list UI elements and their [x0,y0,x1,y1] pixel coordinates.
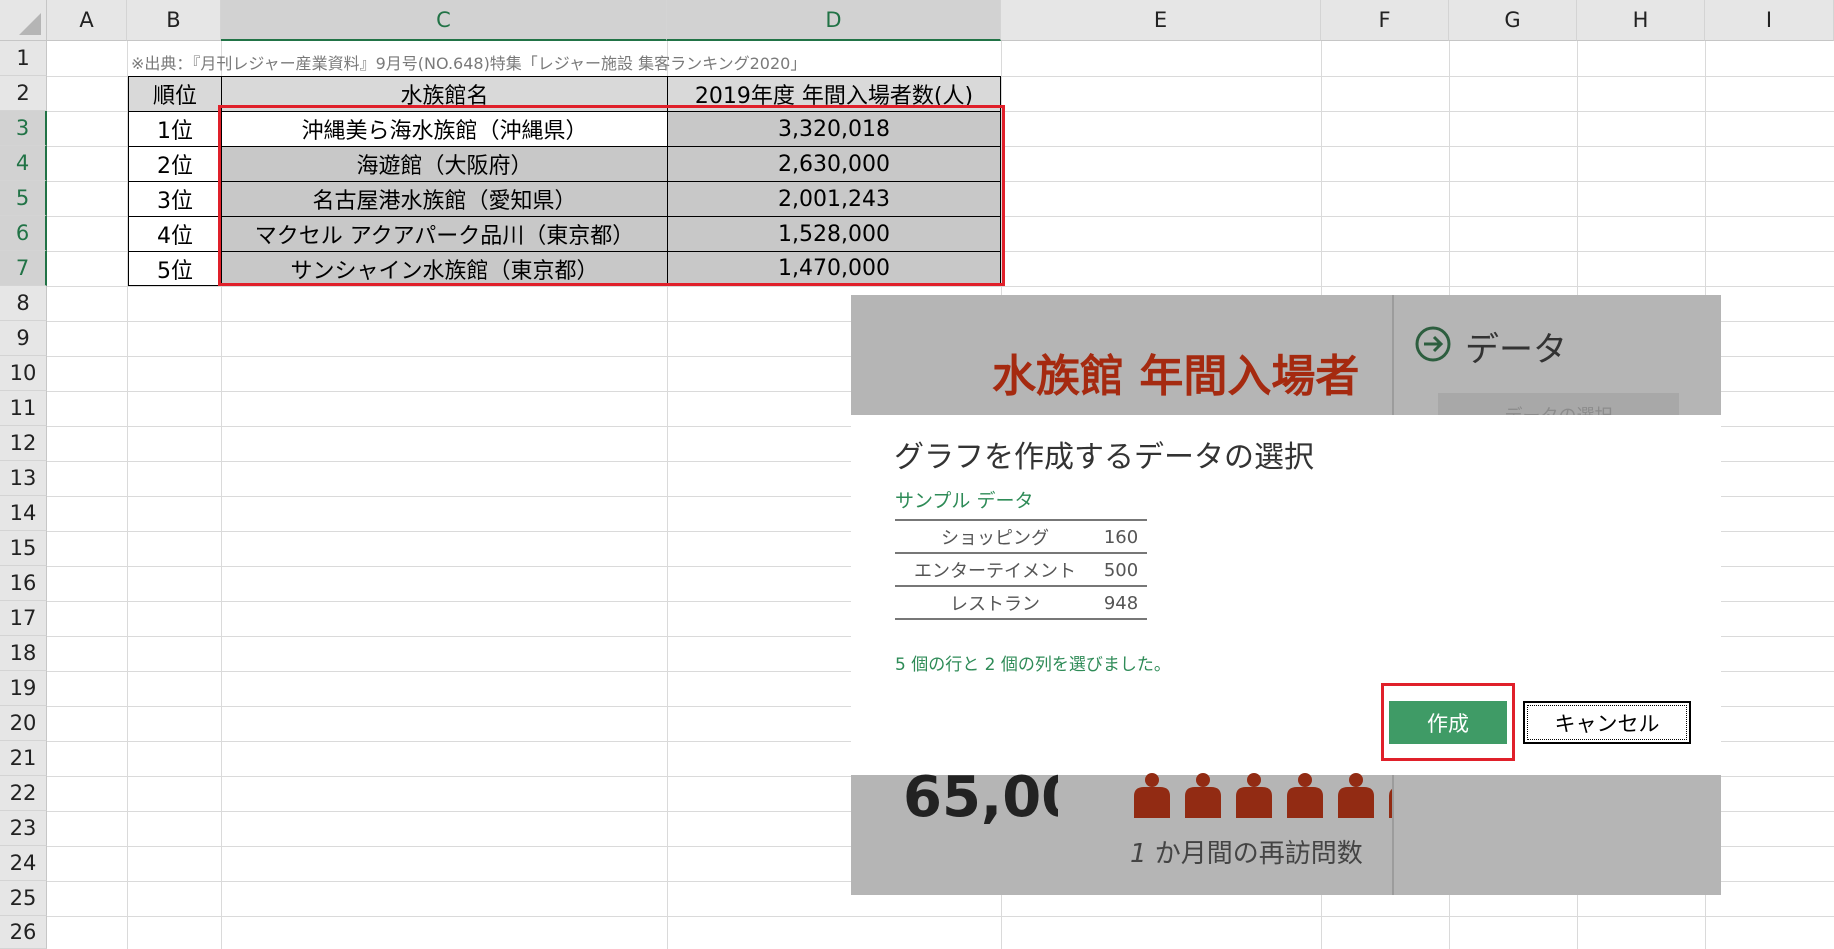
row-header-25[interactable]: 25 [0,881,47,916]
corner-triangle-icon [19,13,41,35]
preview-caption: 1 か月間の再訪問数 [1130,833,1363,870]
row-header-7[interactable]: 7 [0,251,47,286]
selection-status: 5 個の行と 2 個の列を選びました。 [895,655,1171,675]
preview-caption-text: か月間の再訪問数 [1146,839,1363,869]
cancel-button[interactable]: キャンセル [1523,701,1691,744]
source-note: ※出典：『月刊レジャー産業資料』9月号(NO.648)特集「レジャー施設 集客ラ… [131,54,807,73]
column-header-h[interactable]: H [1577,0,1705,41]
side-pane-title: データ [1465,330,1567,370]
row-header-12[interactable]: 12 [0,426,47,461]
row-header-2[interactable]: 2 [0,76,47,111]
row-header-4[interactable]: 4 [0,146,47,181]
sample-row-value: 500 [1103,559,1139,581]
sample-row-label: レストラン [950,594,1040,615]
rank-cell[interactable]: 1位 [128,111,222,147]
rank-cell[interactable]: 5位 [128,251,222,286]
row-header-23[interactable]: 23 [0,811,47,846]
sample-row: エンターテイメント 500 [895,555,1147,585]
person-icon [1385,772,1392,818]
sample-row-value: 160 [1103,526,1139,548]
row-header-3[interactable]: 3 [0,111,47,146]
sample-row: レストラン 948 [895,588,1147,618]
column-header-b[interactable]: B [127,0,221,41]
row-header-17[interactable]: 17 [0,601,47,636]
row-header-16[interactable]: 16 [0,566,47,601]
row-header-13[interactable]: 13 [0,461,47,496]
column-header-c[interactable]: C [221,0,667,41]
person-icon [1334,772,1378,818]
row-header-10[interactable]: 10 [0,356,47,391]
sample-row: ショッピング 160 [895,522,1147,552]
column-header-a[interactable]: A [47,0,127,41]
header-rank-cell[interactable]: 順位 [128,76,222,112]
sample-divider [895,585,1147,587]
rank-cell[interactable]: 4位 [128,216,222,252]
preview-title: 水族館 年間入場者 [992,351,1360,402]
person-icon [1181,772,1225,818]
person-icon [1232,772,1276,818]
row-header-26[interactable]: 26 [0,916,47,949]
gridline [47,916,1834,917]
row-header-5[interactable]: 5 [0,181,47,216]
sample-row-value: 948 [1103,592,1139,614]
rank-cell[interactable]: 3位 [128,181,222,217]
gridline [47,286,1834,287]
column-header-i[interactable]: I [1705,0,1834,41]
row-header-24[interactable]: 24 [0,846,47,881]
sample-divider [895,552,1147,554]
column-header-g[interactable]: G [1449,0,1577,41]
sample-row-label: エンターテイメント [914,561,1076,582]
create-button[interactable]: 作成 [1389,701,1507,744]
preview-number: 65,00 [903,765,1058,830]
selection-highlight [218,105,1005,286]
column-header-e[interactable]: E [1001,0,1321,41]
column-header-f[interactable]: F [1321,0,1449,41]
select-all-corner[interactable] [0,0,47,41]
column-header-d[interactable]: D [667,0,1001,41]
rank-cell[interactable]: 2位 [128,146,222,182]
person-icon [1283,772,1327,818]
row-header-1[interactable]: 1 [0,41,47,76]
preview-caption-number: 1 [1130,839,1147,869]
arrow-right-circle-icon[interactable] [1414,325,1452,363]
row-header-8[interactable]: 8 [0,286,47,321]
select-data-button[interactable]: データの選択 [1438,393,1679,415]
row-header-21[interactable]: 21 [0,741,47,776]
dialog-heading: グラフを作成するデータの選択 [894,440,1314,475]
row-header-14[interactable]: 14 [0,496,47,531]
row-header-15[interactable]: 15 [0,531,47,566]
sample-divider [895,519,1147,521]
row-header-6[interactable]: 6 [0,216,47,251]
row-header-20[interactable]: 20 [0,706,47,741]
row-header-18[interactable]: 18 [0,636,47,671]
row-header-9[interactable]: 9 [0,321,47,356]
sample-data-label: サンプル データ [895,490,1034,512]
sample-divider [895,618,1147,620]
row-header-22[interactable]: 22 [0,776,47,811]
row-header-19[interactable]: 19 [0,671,47,706]
row-header-11[interactable]: 11 [0,391,47,426]
person-icon-row [1130,772,1392,822]
person-icon [1130,772,1174,818]
sample-row-label: ショッピング [941,528,1049,549]
select-data-button-label: データの選択 [1505,402,1613,415]
